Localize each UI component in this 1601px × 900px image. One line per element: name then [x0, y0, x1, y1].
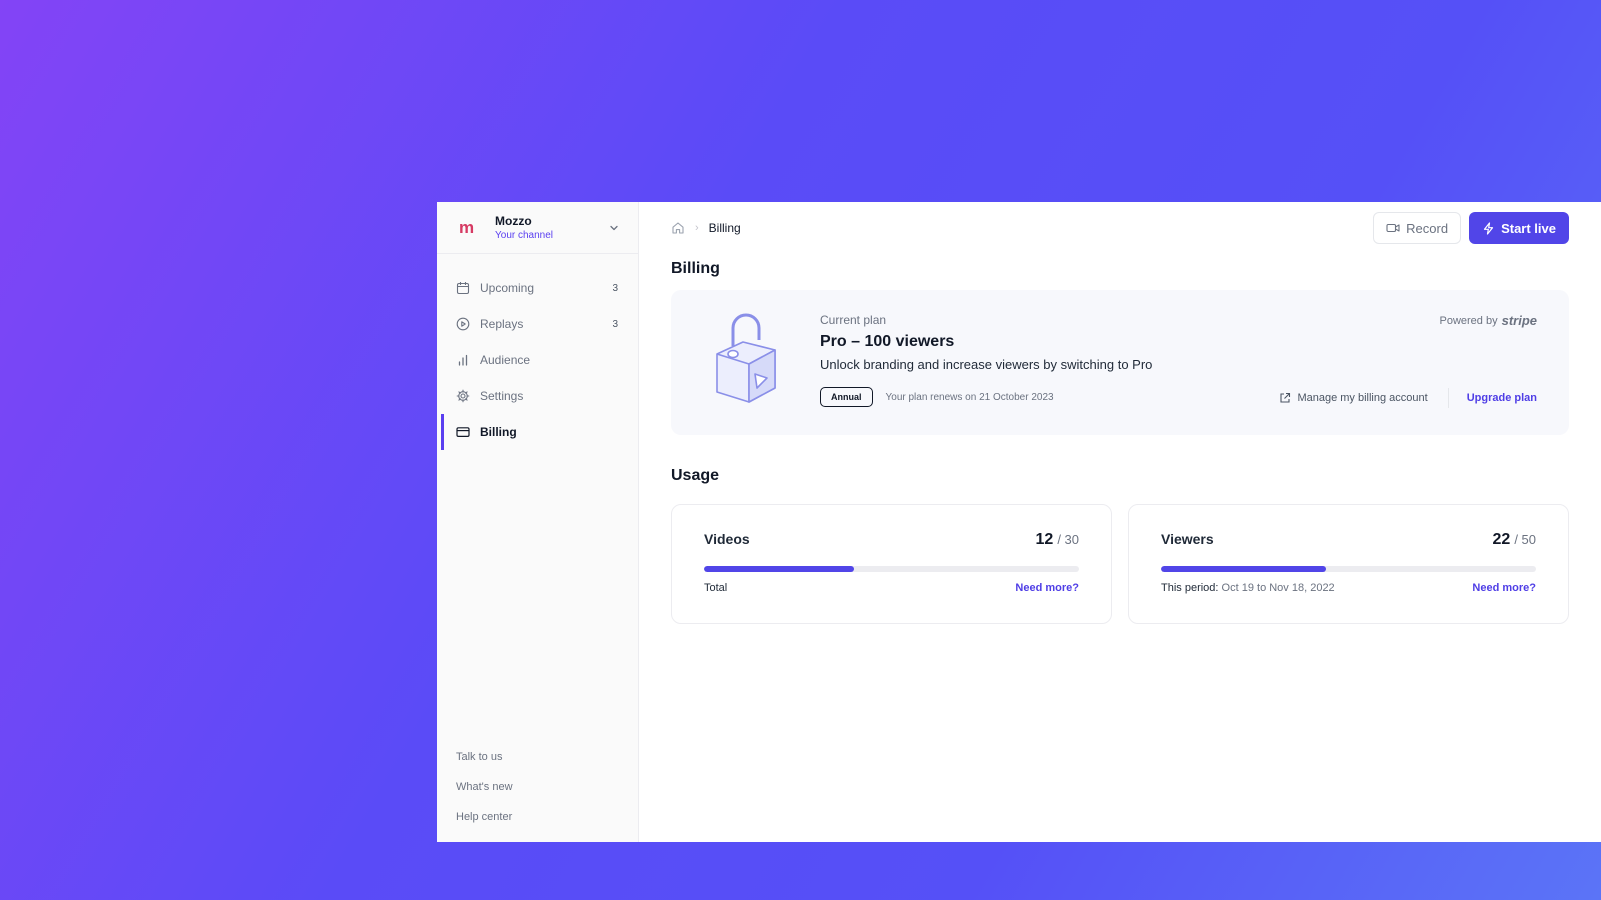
- chevron-right-icon: ›: [695, 222, 699, 234]
- sidebar-item-label: Billing: [480, 425, 517, 439]
- billing-cycle-badge: Annual: [820, 387, 873, 407]
- usage-period-range: Oct 19 to Nov 18, 2022: [1221, 582, 1335, 594]
- sidebar-item-upcoming[interactable]: Upcoming 3: [437, 270, 638, 306]
- sidebar-item-replays[interactable]: Replays 3: [437, 306, 638, 342]
- powered-by-label: Powered by: [1439, 314, 1498, 327]
- usage-progress-fill: [1161, 566, 1326, 572]
- current-plan-label: Current plan: [820, 313, 887, 327]
- talk-to-us-link[interactable]: Talk to us: [456, 742, 513, 772]
- usage-progress-fill: [704, 566, 854, 572]
- plan-name: Pro – 100 viewers: [820, 333, 955, 350]
- breadcrumb: › Billing: [671, 221, 741, 235]
- usage-limit: / 50: [1514, 532, 1536, 547]
- usage-used-count: 12: [1035, 531, 1054, 548]
- plan-description: Unlock branding and increase viewers by …: [820, 357, 1153, 372]
- powered-by-stripe: Powered by stripe: [1440, 313, 1538, 328]
- unlocked-padlock-illustration: [716, 313, 776, 403]
- stripe-logo: stripe: [1501, 313, 1537, 328]
- channel-name: Mozzo: [495, 214, 532, 228]
- usage-footer-label: This period: Oct 19 to Nov 18, 2022: [1161, 582, 1335, 594]
- manage-billing-link[interactable]: Manage my billing account: [1279, 392, 1428, 404]
- upgrade-plan-link[interactable]: Upgrade plan: [1467, 392, 1537, 404]
- sidebar-item-settings[interactable]: Settings: [437, 378, 638, 414]
- usage-card-title: Videos: [704, 531, 750, 547]
- start-live-button[interactable]: Start live: [1469, 212, 1569, 244]
- breadcrumb-current: Billing: [708, 221, 741, 235]
- need-more-link[interactable]: Need more?: [1472, 582, 1536, 594]
- sidebar-item-count: 3: [612, 318, 618, 330]
- usage-card-title: Viewers: [1161, 531, 1214, 547]
- usage-title: Usage: [671, 467, 720, 484]
- credit-card-icon: [456, 427, 470, 438]
- usage-card-videos: Videos 12 / 30 Total Need more?: [671, 504, 1112, 624]
- need-more-link[interactable]: Need more?: [1015, 582, 1079, 594]
- record-button-label: Record: [1406, 220, 1449, 236]
- lightning-icon: [1483, 221, 1494, 235]
- sidebar-item-count: 3: [612, 282, 618, 294]
- home-icon[interactable]: [671, 221, 685, 235]
- sidebar-footer: Talk to us What's new Help center: [456, 742, 513, 832]
- usage-used-count: 22: [1492, 531, 1511, 548]
- gear-icon: [456, 389, 470, 403]
- current-plan-card: Current plan Pro – 100 viewers Unlock br…: [671, 290, 1569, 435]
- start-live-button-label: Start live: [1501, 220, 1556, 236]
- usage-progress-track: [704, 566, 1079, 572]
- help-center-link[interactable]: Help center: [456, 802, 513, 832]
- sidebar-item-label: Audience: [480, 353, 531, 367]
- divider: [1447, 388, 1449, 408]
- whats-new-link[interactable]: What's new: [456, 772, 513, 802]
- renewal-text: Your plan renews on 21 October 2023: [885, 391, 1054, 403]
- sidebar-item-billing[interactable]: Billing: [437, 414, 638, 450]
- topbar: › Billing Record Start live: [671, 202, 1569, 254]
- sidebar-item-label: Upcoming: [480, 281, 535, 295]
- usage-limit: / 30: [1057, 532, 1079, 547]
- video-camera-icon: [1386, 223, 1400, 233]
- record-button[interactable]: Record: [1373, 212, 1462, 244]
- play-circle-icon: [456, 317, 470, 331]
- chevron-down-icon[interactable]: [608, 222, 620, 234]
- sidebar: m Mozzo Your channel Upcoming 3 Replays …: [437, 202, 639, 842]
- sidebar-item-label: Settings: [480, 389, 524, 403]
- external-link-icon: [1280, 392, 1291, 403]
- channel-logo: m: [459, 217, 475, 237]
- page-title: Billing: [671, 260, 720, 277]
- sidebar-nav: Upcoming 3 Replays 3 Audience Settings B…: [437, 254, 638, 450]
- sidebar-item-label: Replays: [480, 317, 524, 331]
- usage-progress-track: [1161, 566, 1536, 572]
- main-content: › Billing Record Start live Billing Curr…: [639, 202, 1601, 842]
- channel-subtitle: Your channel: [495, 230, 554, 241]
- calendar-icon: [456, 282, 470, 295]
- manage-billing-label: Manage my billing account: [1297, 392, 1428, 404]
- usage-grid: Videos 12 / 30 Total Need more? Viewers …: [671, 504, 1569, 624]
- channel-switcher[interactable]: m Mozzo Your channel: [437, 202, 638, 254]
- bar-chart-icon: [458, 354, 468, 366]
- usage-card-viewers: Viewers 22 / 50 This period: Oct 19 to N…: [1128, 504, 1569, 624]
- usage-footer-label: Total: [704, 582, 728, 594]
- app-window: m Mozzo Your channel Upcoming 3 Replays …: [437, 202, 1601, 842]
- sidebar-item-audience[interactable]: Audience: [437, 342, 638, 378]
